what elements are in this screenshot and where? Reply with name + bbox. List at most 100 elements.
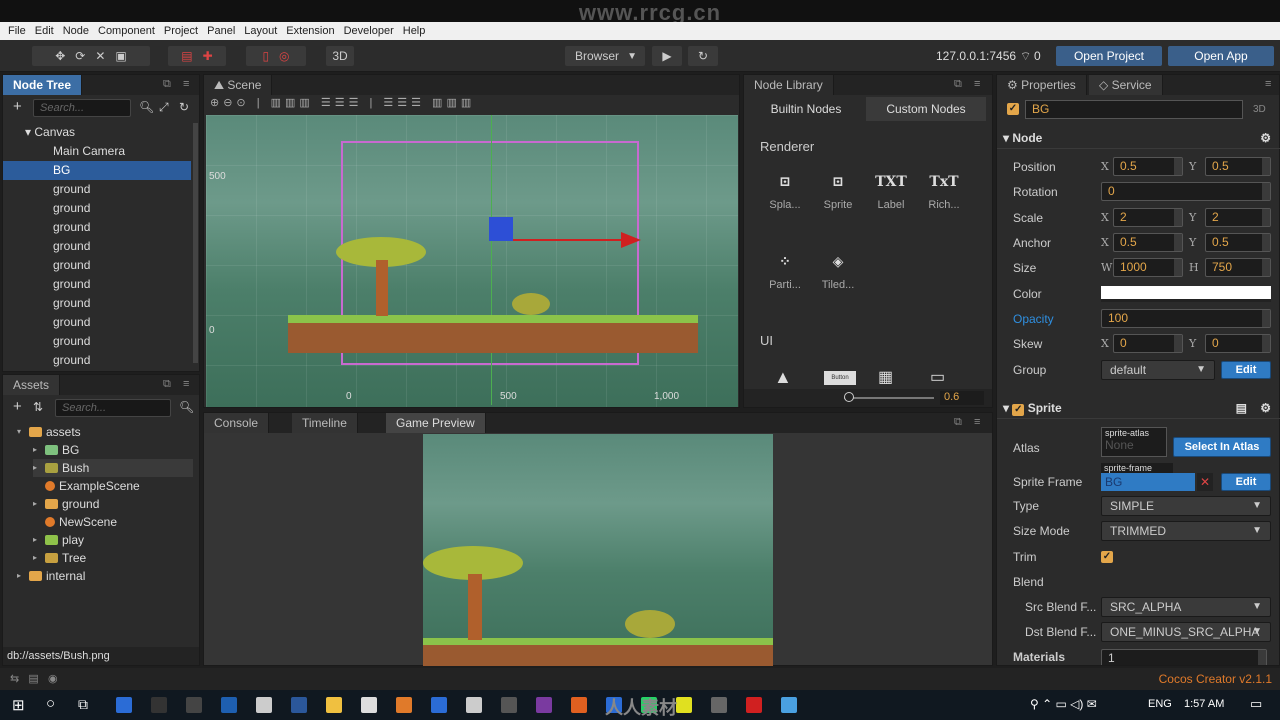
zoom-slider[interactable] <box>844 397 934 399</box>
tab-properties[interactable]: ⚙ Properties <box>997 75 1087 95</box>
library-node[interactable]: TxT Rich... <box>919 165 969 211</box>
scrollbar[interactable] <box>193 123 198 363</box>
search-icon[interactable]: 🔍︎ <box>179 400 194 414</box>
menu-node[interactable]: Node <box>63 25 89 37</box>
asset-item[interactable]: ▸ play <box>33 531 84 549</box>
popout-icon[interactable]: ⧉ <box>163 78 171 91</box>
scene-align-tools[interactable]: ⊕⊖⊙ | ▥▥▥ ☰☰☰ | ☰☰☰ ▥▥▥ <box>210 96 475 109</box>
tab-node-library[interactable]: Node Library <box>744 75 834 95</box>
taskbar-app-icon[interactable] <box>291 697 307 713</box>
popout-icon[interactable]: ⧉ <box>163 378 171 391</box>
group-select[interactable]: default ▼ <box>1101 360 1215 380</box>
node-section-header[interactable]: ▾ Node ⚙ <box>997 127 1280 149</box>
node-tree-item[interactable]: BG <box>3 161 191 180</box>
taskbar-app-icon[interactable] <box>256 697 272 713</box>
color-swatch[interactable] <box>1101 286 1271 302</box>
tab-game-preview[interactable]: Game Preview <box>386 413 486 433</box>
tab-timeline[interactable]: Timeline <box>292 413 358 433</box>
expand-arrow-icon[interactable]: ▾ <box>17 423 25 441</box>
menu-icon[interactable]: ≡ <box>183 378 189 390</box>
expand-arrow-icon[interactable]: ▸ <box>33 495 41 513</box>
trim-checkbox[interactable]: ✓ <box>1101 551 1113 563</box>
popout-icon[interactable]: ⧉ <box>954 416 962 429</box>
scrollview-icon[interactable]: ▭ <box>930 367 945 387</box>
sprite-enabled-checkbox[interactable]: ✓ <box>1012 404 1025 416</box>
scene-viewport[interactable]: 500 0 0 500 1,000 <box>206 115 738 407</box>
transform-tools[interactable]: ✥ ⟳ ✕ ▣ <box>32 46 150 66</box>
taskbar-app-icon[interactable] <box>466 697 482 713</box>
taskbar-app-icon[interactable] <box>151 697 167 713</box>
anchor-y-input[interactable]: 0.5 <box>1205 233 1271 252</box>
mode-3d-button[interactable]: 3D <box>326 46 354 66</box>
asset-search-input[interactable]: Search... <box>55 399 171 417</box>
library-node[interactable]: ⁘ Parti... <box>760 245 810 291</box>
library-node[interactable]: ◈ Tiled... <box>813 245 863 291</box>
dst_blend-select[interactable]: ONE_MINUS_SRC_ALPHA ▼ <box>1101 622 1271 642</box>
tab-builtin-nodes[interactable]: Builtin Nodes <box>748 97 864 121</box>
type-select[interactable]: SIMPLE ▼ <box>1101 496 1271 516</box>
menu-panel[interactable]: Panel <box>207 25 235 37</box>
sprite-frame-field[interactable]: BG <box>1101 473 1195 491</box>
taskbar-app-icon[interactable] <box>781 697 797 713</box>
open-app-button[interactable]: Open App <box>1168 46 1274 66</box>
tab-node-tree[interactable]: Node Tree <box>3 75 83 95</box>
menu-edit[interactable]: Edit <box>35 25 54 37</box>
materials-input[interactable]: 1 <box>1101 649 1267 665</box>
language-indicator[interactable]: ENG <box>1148 698 1172 710</box>
position-y-input[interactable]: 0.5 <box>1205 157 1271 176</box>
refresh-button[interactable]: ↻ <box>688 46 718 66</box>
search-icon[interactable]: 🔍︎ <box>139 100 154 114</box>
group-edit-button[interactable]: Edit <box>1221 361 1271 379</box>
tab-scene[interactable]: ⛰ Scene <box>204 75 273 95</box>
docs-icon[interactable]: ▤ <box>1236 397 1247 419</box>
menu-icon[interactable]: ≡ <box>974 78 980 90</box>
taskbar-app-icon[interactable] <box>536 697 552 713</box>
expand-arrow-icon[interactable]: ▸ <box>33 531 41 549</box>
3d-toggle[interactable]: 3D <box>1253 104 1266 115</box>
menu-icon[interactable]: ≡ <box>1265 78 1271 90</box>
library-node[interactable]: ⊡ Spla... <box>760 165 810 211</box>
taskbar-app-icon[interactable] <box>711 697 727 713</box>
asset-item[interactable]: ▸ Bush <box>33 459 193 477</box>
zoom-value[interactable]: 0.6 <box>940 391 984 405</box>
taskbar-app-icon[interactable] <box>431 697 447 713</box>
add-node-button[interactable]: + <box>13 98 22 115</box>
expand-arrow-icon[interactable]: ▸ <box>17 567 25 585</box>
library-node[interactable]: ⊡ Sprite <box>813 165 863 211</box>
select-in-atlas-button[interactable]: Select In Atlas <box>1173 437 1271 457</box>
menu-help[interactable]: Help <box>403 25 426 37</box>
notifications-icon[interactable]: ▭ <box>1250 696 1262 712</box>
scale-x-input[interactable]: 2 <box>1113 208 1183 227</box>
rotation-input[interactable]: 0 <box>1101 182 1271 201</box>
opacity-input[interactable]: 100 <box>1101 309 1271 328</box>
expand-icon[interactable]: ⤢ <box>159 100 169 115</box>
node-name-input[interactable]: BG <box>1025 100 1243 119</box>
asset-item[interactable]: ▸ internal <box>17 567 85 585</box>
node-tree-item[interactable]: ground <box>3 237 191 256</box>
node-tree-item[interactable]: ground <box>3 256 191 275</box>
open-project-button[interactable]: Open Project <box>1056 46 1162 66</box>
x-arrow-icon[interactable] <box>621 232 641 248</box>
node-tree-item[interactable]: ground <box>3 199 191 218</box>
src_blend-select[interactable]: SRC_ALPHA ▼ <box>1101 597 1271 617</box>
x-axis-handle[interactable] <box>513 239 623 241</box>
asset-item[interactable]: ▸ Tree <box>33 549 86 567</box>
menu-icon[interactable]: ≡ <box>183 78 189 90</box>
move-gizmo-center[interactable] <box>489 217 513 241</box>
widget-icon[interactable]: ▲ <box>774 367 792 388</box>
tab-assets[interactable]: Assets <box>3 375 61 395</box>
server-ip[interactable]: 127.0.0.1:7456 <box>936 49 1016 63</box>
taskbar-app-icon[interactable] <box>396 697 412 713</box>
windows-start-icon[interactable]: ⊞ <box>12 696 25 714</box>
popout-icon[interactable]: ⧉ <box>954 78 962 91</box>
position-x-input[interactable]: 0.5 <box>1113 157 1183 176</box>
node-tree-item[interactable]: ground <box>3 332 191 351</box>
node-search-input[interactable]: Search... <box>33 99 131 117</box>
taskbar-app-icon[interactable] <box>221 697 237 713</box>
asset-item[interactable]: ExampleScene <box>33 477 140 495</box>
anchor-tools[interactable]: ▤ ✚ <box>168 46 226 66</box>
menu-icon[interactable]: ≡ <box>974 416 980 428</box>
button-node[interactable]: Button <box>824 371 856 385</box>
sort-icon[interactable]: ⇅ <box>33 400 43 414</box>
tab-console[interactable]: Console <box>204 413 270 433</box>
